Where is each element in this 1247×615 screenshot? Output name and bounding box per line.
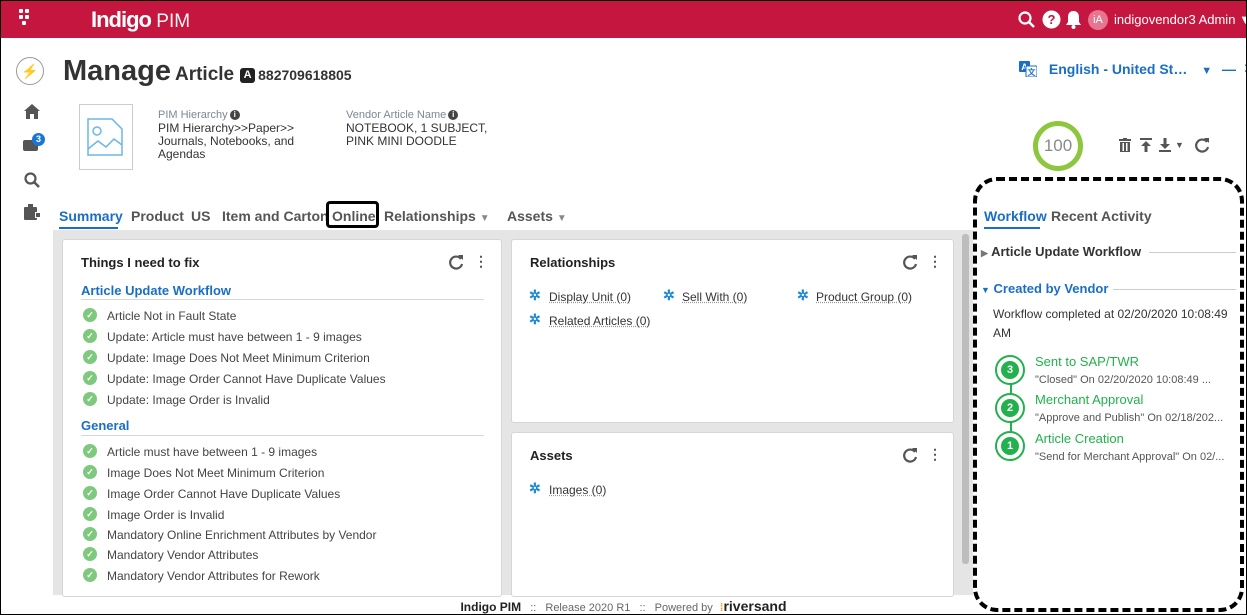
top-bar: Indigo PIM ? iA indigovendor3 Admin ▼: [1, 1, 1246, 38]
relationship-product-group-link[interactable]: Product Group (0): [816, 290, 912, 304]
relationship-node-icon: ✲: [663, 287, 675, 303]
asset-node-icon: ✲: [529, 480, 541, 496]
language-selector[interactable]: A文 English - United St… ▼ — ✖: [1019, 59, 1246, 79]
vendor-article-name-value: NOTEBOOK, 1 SUBJECT, PINK MINI DOODLE: [346, 121, 488, 148]
check-icon: ✓: [83, 547, 97, 561]
relationship-related-articles-link[interactable]: Related Articles (0): [549, 314, 650, 328]
refresh-icon[interactable]: [1194, 137, 1210, 153]
footer: Indigo PIM :: Release 2020 R1 :: Powered…: [460, 598, 787, 614]
tab-product[interactable]: Product: [131, 208, 184, 224]
assets-panel: [511, 432, 954, 597]
pim-hierarchy-value: PIM Hierarchy>>Paper>> Journals, Noteboo…: [158, 121, 295, 161]
home-icon[interactable]: [24, 104, 40, 119]
tab-summary[interactable]: Summary: [59, 208, 123, 224]
check-icon: ✓: [83, 486, 97, 500]
relationship-node-icon: ✲: [529, 311, 541, 327]
tab-item-and-carton[interactable]: Item and Carton: [222, 208, 329, 224]
workflow-panel-highlight: [973, 177, 1244, 612]
tab-assets[interactable]: Assets ▼: [507, 208, 567, 224]
avatar[interactable]: iA: [1088, 10, 1108, 30]
footer-product: Indigo PIM: [460, 600, 522, 614]
apps-menu-icon[interactable]: [19, 9, 33, 29]
delete-icon[interactable]: [1119, 138, 1131, 152]
fix-section-general[interactable]: General: [81, 418, 129, 433]
article-id: 882709618805: [258, 67, 352, 83]
relationship-node-icon: ✲: [529, 287, 541, 303]
bulk-edit-icon[interactable]: [24, 204, 41, 220]
download-icon[interactable]: [1159, 138, 1171, 152]
entity-type-label: Article: [174, 64, 235, 85]
fix-section-article-update-workflow[interactable]: Article Update Workflow: [81, 283, 231, 298]
pim-hierarchy-label: PIM Hierarchy i: [158, 109, 240, 121]
check-icon: ✓: [83, 527, 97, 541]
chevron-down-icon: ▼: [1201, 65, 1213, 77]
tab-relationships[interactable]: Relationships ▼: [384, 208, 490, 224]
refresh-icon[interactable]: [902, 447, 918, 463]
page-title: Manage Article A 882709618805: [63, 55, 352, 88]
asset-images-link[interactable]: Images (0): [549, 483, 606, 497]
completeness-score[interactable]: 100: [1033, 121, 1083, 171]
notification-bell-icon[interactable]: [1065, 10, 1082, 29]
check-icon: ✓: [83, 465, 97, 479]
relationship-display-unit-link[interactable]: Display Unit (0): [549, 290, 631, 304]
vendor-article-name-label: Vendor Article Name i: [346, 109, 459, 121]
translate-icon: A文: [1019, 61, 1038, 78]
search-icon[interactable]: [24, 172, 40, 188]
info-icon[interactable]: i: [448, 110, 459, 120]
relationships-title: Relationships: [530, 255, 616, 270]
active-tab-indicator: [59, 227, 118, 229]
online-tab-highlight: [326, 201, 379, 228]
language-label: English - United St…: [1048, 61, 1188, 77]
relationship-sell-with-link[interactable]: Sell With (0): [682, 290, 747, 304]
footer-powered-by: Powered by: [654, 602, 713, 614]
user-name: indigovendor3 Admin: [1114, 12, 1236, 27]
entity-type-badge: A: [240, 68, 256, 83]
app-root: Indigo PIM ? iA indigovendor3 Admin ▼ ⚡ …: [0, 0, 1247, 615]
info-icon[interactable]: i: [229, 110, 240, 120]
riversand-logo: ⁞riversand: [719, 598, 787, 614]
check-icon: ✓: [83, 444, 97, 458]
section-divider: [81, 299, 484, 300]
more-options-icon[interactable]: ⋮: [474, 253, 488, 270]
relationship-node-icon: ✲: [797, 287, 809, 303]
refresh-icon[interactable]: [448, 254, 464, 270]
check-icon: ✓: [83, 507, 97, 521]
notification-count-badge: 3: [32, 133, 45, 146]
left-nav: [1, 38, 51, 598]
more-options-icon[interactable]: ⋮: [928, 253, 942, 270]
minimize-icon[interactable]: —: [1222, 61, 1236, 77]
help-icon[interactable]: ?: [1042, 10, 1061, 29]
article-thumbnail[interactable]: [79, 104, 133, 170]
upload-icon[interactable]: [1140, 138, 1152, 152]
check-icon: ✓: [83, 392, 97, 406]
app-logo[interactable]: Indigo PIM: [91, 7, 190, 33]
image-placeholder-icon: [87, 118, 123, 156]
manage-label: Manage: [63, 55, 171, 87]
things-to-fix-title: Things I need to fix: [81, 255, 200, 270]
quick-actions-bolt-icon[interactable]: ⚡: [16, 57, 44, 85]
svg-text:文: 文: [1028, 67, 1037, 77]
content-scrollbar[interactable]: [962, 234, 969, 564]
check-icon: ✓: [83, 308, 97, 322]
assets-title: Assets: [530, 448, 573, 463]
refresh-icon[interactable]: [902, 254, 918, 270]
check-icon: ✓: [83, 371, 97, 385]
check-icon: ✓: [83, 329, 97, 343]
tab-us[interactable]: US: [191, 208, 210, 224]
chevron-down-icon: ▼: [1239, 12, 1246, 27]
search-icon[interactable]: [1018, 11, 1035, 28]
check-icon: ✓: [83, 568, 97, 582]
section-divider: [81, 435, 484, 436]
more-options-icon[interactable]: ⋮: [928, 446, 942, 463]
check-icon: ✓: [83, 350, 97, 364]
user-menu[interactable]: indigovendor3 Admin ▼: [1114, 12, 1246, 27]
svg-text:?: ?: [1048, 12, 1056, 27]
chevron-down-icon[interactable]: ▼: [1175, 140, 1184, 150]
footer-release: Release 2020 R1: [545, 602, 631, 614]
